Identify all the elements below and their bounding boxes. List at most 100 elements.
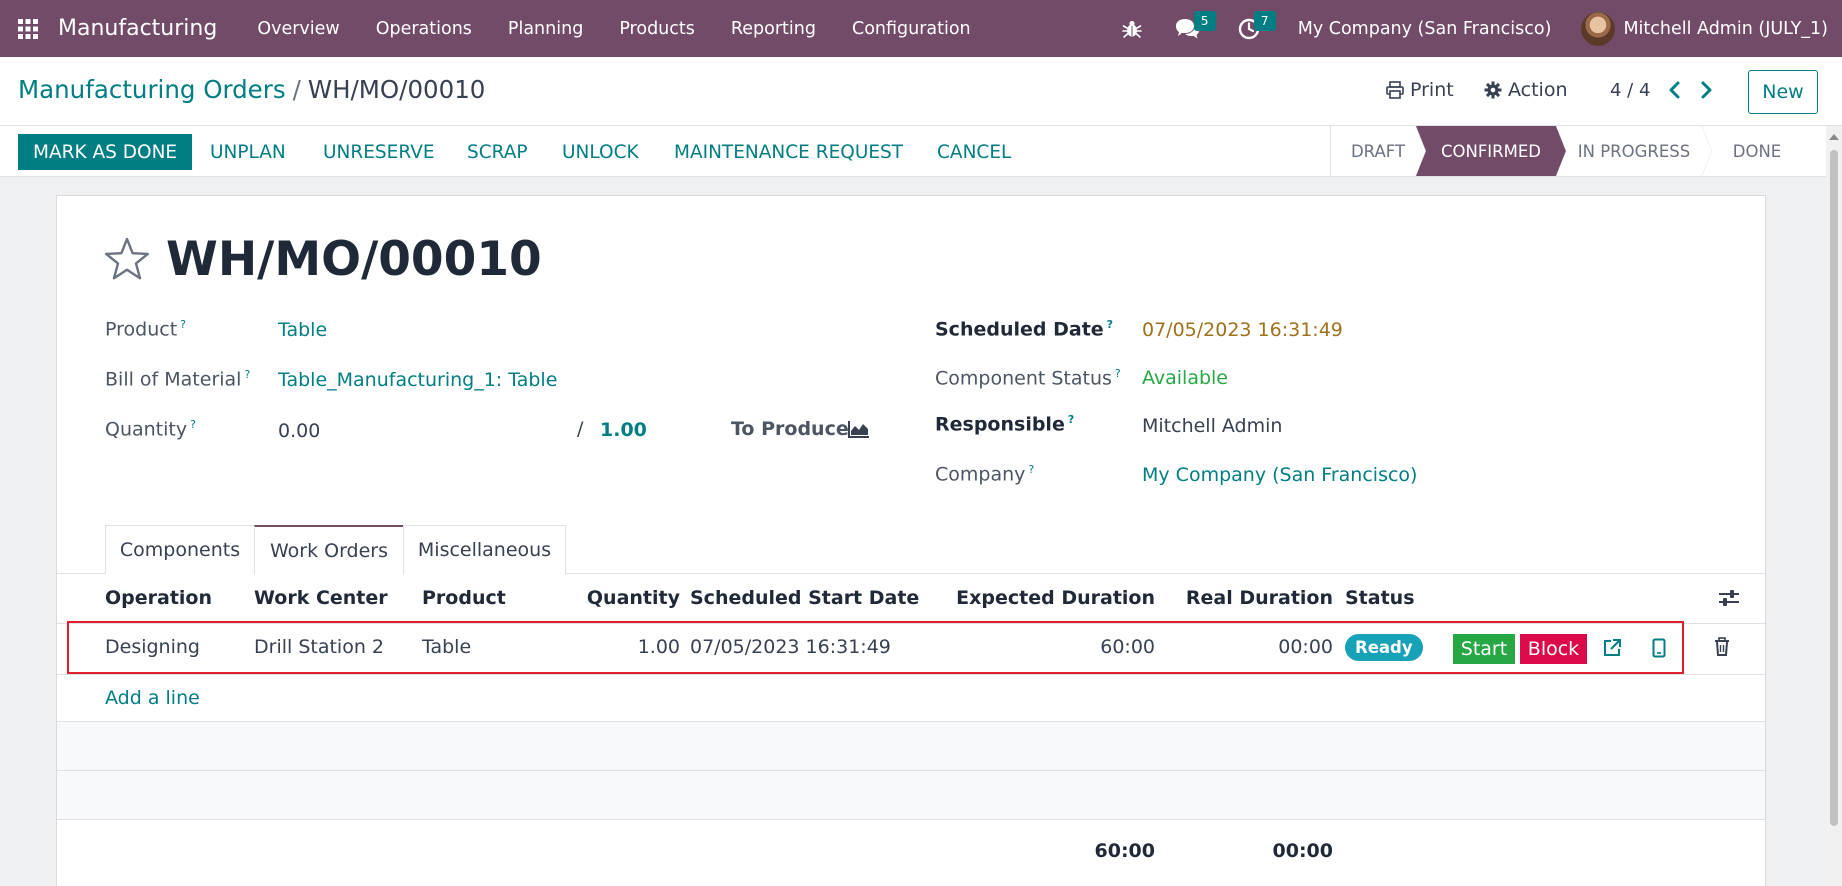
scroll-up-arrow-icon[interactable] (1829, 134, 1839, 140)
quantity-total-field[interactable]: 1.00 (600, 419, 647, 441)
total-real-duration: 00:00 (1272, 840, 1333, 862)
menu-overview[interactable]: Overview (239, 0, 357, 57)
control-panel: Manufacturing Orders/WH/MO/00010 Print (0, 57, 1842, 126)
menu-operations[interactable]: Operations (358, 0, 490, 57)
scroll-thumb[interactable] (1830, 150, 1838, 826)
product-label: Product? (105, 318, 186, 341)
stage-done[interactable]: DONE (1702, 126, 1812, 176)
tab-components[interactable]: Components (105, 525, 255, 574)
apps-grid-icon[interactable] (6, 0, 50, 57)
app-title[interactable]: Manufacturing (58, 16, 217, 41)
messages-badge: 5 (1193, 11, 1216, 31)
scheduled-date-field[interactable]: 07/05/2023 16:31:49 (1142, 319, 1343, 341)
component-status-value: Available (1142, 367, 1229, 389)
tab-miscellaneous[interactable]: Miscellaneous (403, 525, 566, 574)
page-scrollbar[interactable] (1826, 126, 1842, 886)
chat-icon[interactable]: 5 (1162, 0, 1216, 57)
action-label: Action (1508, 79, 1568, 101)
empty-row (57, 722, 1765, 770)
settings-sliders-icon[interactable] (1718, 588, 1740, 608)
help-icon: ? (1106, 318, 1114, 331)
company-field[interactable]: My Company (San Francisco) (1142, 464, 1417, 486)
navbar-systray: 5 7 My Company (San Francisco) Mitchell … (1110, 0, 1842, 57)
page-title: WH/MO/00010 (166, 232, 542, 287)
quantity-produced-field[interactable]: 0.00 (278, 420, 320, 442)
menu-products[interactable]: Products (601, 0, 713, 57)
bom-field[interactable]: Table_Manufacturing_1: Table (278, 369, 557, 391)
col-scheduled-start[interactable]: Scheduled Start Date (690, 587, 919, 609)
new-button[interactable]: New (1748, 70, 1818, 114)
gear-icon (1484, 81, 1502, 99)
clock-icon[interactable]: 7 (1226, 0, 1276, 57)
maintenance-request-button[interactable]: MAINTENANCE REQUEST (674, 134, 903, 170)
help-icon: ? (1067, 413, 1075, 426)
star-icon[interactable] (104, 237, 150, 281)
trash-icon[interactable] (1714, 637, 1730, 657)
breadcrumb: Manufacturing Orders / WH/MO/00010 (18, 75, 485, 104)
status-bar: DRAFT CONFIRMED IN PROGRESS DONE (1330, 126, 1812, 176)
help-icon: ? (1028, 463, 1035, 476)
component-status-label: Component Status? (935, 367, 1121, 390)
highlighted-work-order-row (67, 621, 1684, 674)
row-divider (57, 674, 1765, 675)
responsible-field[interactable]: Mitchell Admin (1142, 415, 1282, 437)
help-icon: ? (180, 318, 186, 331)
quantity-label: Quantity? (105, 418, 196, 441)
stage-confirmed[interactable]: CONFIRMED (1416, 126, 1566, 176)
pager-value[interactable]: 4 / 4 (1610, 80, 1650, 101)
activities-badge: 7 (1253, 11, 1276, 31)
stage-in-progress-label: IN PROGRESS (1577, 141, 1691, 161)
menu-reporting[interactable]: Reporting (713, 0, 834, 57)
row-divider (57, 819, 1765, 820)
mark-as-done-button[interactable]: MARK AS DONE (18, 134, 193, 170)
scheduled-date-label: Scheduled Date? (935, 318, 1114, 341)
total-expected-duration: 60:00 (1094, 840, 1155, 862)
menu-planning[interactable]: Planning (490, 0, 601, 57)
add-a-line-link[interactable]: Add a line (105, 687, 200, 709)
col-real-duration[interactable]: Real Duration (1160, 587, 1333, 609)
quantity-separator: / (577, 418, 584, 440)
tab-work-orders[interactable]: Work Orders (254, 525, 404, 575)
chevron-left-icon[interactable] (1668, 80, 1682, 100)
col-status[interactable]: Status (1345, 587, 1415, 609)
help-icon: ? (244, 368, 251, 381)
print-label: Print (1410, 79, 1454, 101)
stage-done-label: DONE (1732, 141, 1782, 161)
empty-row (57, 771, 1765, 819)
product-field[interactable]: Table (278, 319, 327, 341)
col-quantity[interactable]: Quantity (560, 587, 680, 609)
breadcrumb-current: WH/MO/00010 (307, 75, 486, 104)
col-operation[interactable]: Operation (105, 587, 212, 609)
top-navbar: Manufacturing Overview Operations Planni… (0, 0, 1842, 57)
area-chart-icon[interactable] (848, 420, 870, 438)
company-switcher[interactable]: My Company (San Francisco) (1298, 19, 1552, 39)
bug-icon[interactable] (1110, 0, 1154, 57)
to-produce-label: To Produce (731, 418, 849, 440)
help-icon: ? (1114, 367, 1121, 380)
stage-in-progress[interactable]: IN PROGRESS (1556, 126, 1712, 176)
unplan-button[interactable]: UNPLAN (210, 134, 286, 170)
menu-configuration[interactable]: Configuration (834, 0, 989, 57)
col-product[interactable]: Product (422, 587, 506, 609)
stage-confirmed-label: CONFIRMED (1440, 141, 1542, 161)
col-expected-duration[interactable]: Expected Duration (930, 587, 1155, 609)
unreserve-button[interactable]: UNRESERVE (323, 134, 435, 170)
breadcrumb-manufacturing-orders[interactable]: Manufacturing Orders (18, 75, 286, 104)
cancel-button[interactable]: CANCEL (937, 134, 1011, 170)
col-work-center[interactable]: Work Center (254, 587, 388, 609)
action-button[interactable]: Action (1484, 79, 1568, 101)
responsible-label: Responsible? (935, 413, 1075, 436)
user-menu[interactable]: Mitchell Admin (JULY_1) (1581, 11, 1828, 46)
help-icon: ? (190, 418, 196, 431)
company-label: Company? (935, 463, 1035, 486)
stage-draft-label: DRAFT (1350, 141, 1406, 161)
stage-draft[interactable]: DRAFT (1330, 126, 1426, 176)
chevron-right-icon[interactable] (1699, 80, 1713, 100)
scrap-button[interactable]: SCRAP (467, 134, 528, 170)
unlock-button[interactable]: UNLOCK (562, 134, 639, 170)
print-button[interactable]: Print (1386, 79, 1454, 101)
bom-label: Bill of Material? (105, 368, 251, 391)
print-icon (1386, 81, 1404, 99)
main-menu: Overview Operations Planning Products Re… (239, 0, 988, 57)
user-name: Mitchell Admin (JULY_1) (1623, 18, 1828, 39)
